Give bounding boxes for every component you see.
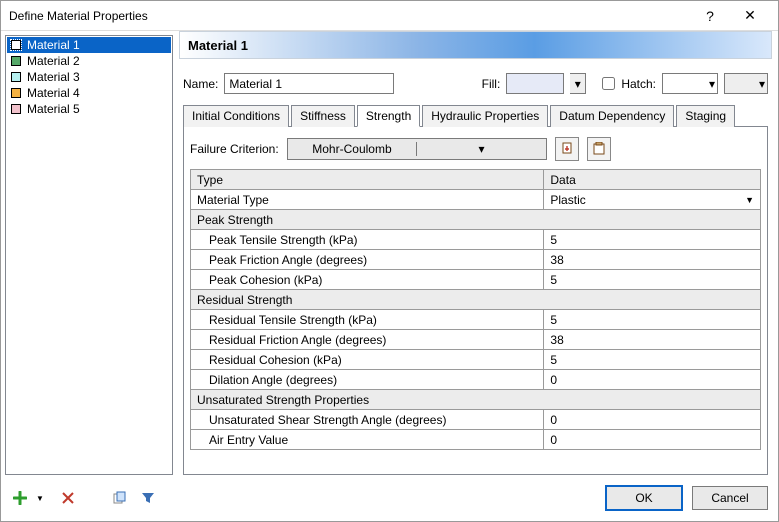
col-data[interactable]: Data: [544, 170, 761, 190]
grid-section: Unsaturated Strength Properties: [191, 390, 761, 410]
sidebar-item-label: Material 1: [27, 38, 80, 52]
chevron-down-icon: ▼: [745, 195, 754, 205]
material-list[interactable]: Material 1 Material 2 Material 3 Material 4…: [5, 35, 173, 475]
tab-staging[interactable]: Staging: [676, 105, 735, 127]
cancel-button[interactable]: Cancel: [692, 486, 768, 510]
tab-stiffness[interactable]: Stiffness: [291, 105, 355, 127]
grid-label: Peak Cohesion (kPa): [191, 270, 544, 290]
filter-icon[interactable]: [139, 489, 157, 507]
table-row: Peak Strength: [191, 210, 761, 230]
footer: ▼ OK Cancel: [1, 475, 778, 521]
failure-criterion-value: Mohr-Coulomb: [288, 142, 417, 156]
table-row: Residual Cohesion (kPa)5: [191, 350, 761, 370]
grid-value-cell[interactable]: 38: [544, 250, 761, 270]
table-row: Dilation Angle (degrees)0: [191, 370, 761, 390]
table-row: Peak Tensile Strength (kPa)5: [191, 230, 761, 250]
material-heading: Material 1: [179, 31, 772, 59]
dialog-body: Material 1 Material 2 Material 3 Material 4…: [1, 31, 778, 475]
sidebar-item-material-3[interactable]: Material 3: [7, 69, 171, 85]
grid-label: Air Entry Value: [191, 430, 544, 450]
grid-label: Dilation Angle (degrees): [191, 370, 544, 390]
tab-datum-dependency[interactable]: Datum Dependency: [550, 105, 674, 127]
failure-criterion-select[interactable]: Mohr-Coulomb ▾: [287, 138, 547, 160]
grid-value-cell[interactable]: 0: [544, 410, 761, 430]
sidebar-item-material-2[interactable]: Material 2: [7, 53, 171, 69]
window-title: Define Material Properties: [9, 9, 690, 23]
titlebar: Define Material Properties ? ✕: [1, 1, 778, 31]
table-row: Peak Friction Angle (degrees)38: [191, 250, 761, 270]
table-row: Peak Cohesion (kPa)5: [191, 270, 761, 290]
tab-initial-conditions[interactable]: Initial Conditions: [183, 105, 289, 127]
tab-strip: Initial ConditionsStiffnessStrengthHydra…: [183, 104, 768, 127]
grid-value-cell[interactable]: 0: [544, 370, 761, 390]
table-row: Residual Friction Angle (degrees)38: [191, 330, 761, 350]
grid-label: Peak Tensile Strength (kPa): [191, 230, 544, 250]
copy-from-icon[interactable]: [555, 137, 579, 161]
hatch-checkbox[interactable]: Hatch:: [598, 74, 656, 93]
name-row: Name: Fill: ▾ Hatch: ▾ ▾: [183, 73, 768, 94]
grid-value-cell[interactable]: 5: [544, 230, 761, 250]
material-swatch-icon: [11, 104, 21, 114]
table-row: Unsaturated Strength Properties: [191, 390, 761, 410]
strength-grid[interactable]: Type Data Material TypePlastic▼Peak Stre…: [190, 169, 761, 450]
grid-label: Residual Tensile Strength (kPa): [191, 310, 544, 330]
table-row: Residual Strength: [191, 290, 761, 310]
tab-strength-body: Failure Criterion: Mohr-Coulomb ▾ Type: [183, 127, 768, 475]
copy-icon[interactable]: [111, 489, 129, 507]
grid-value-cell[interactable]: 5: [544, 270, 761, 290]
grid-value-cell[interactable]: Plastic▼: [544, 190, 761, 210]
grid-label: Material Type: [191, 190, 544, 210]
fill-dropdown[interactable]: ▾: [570, 73, 586, 94]
add-icon[interactable]: [11, 489, 29, 507]
failure-criterion-row: Failure Criterion: Mohr-Coulomb ▾: [190, 137, 761, 161]
name-label: Name:: [183, 77, 218, 91]
table-row: Material TypePlastic▼: [191, 190, 761, 210]
grid-label: Residual Cohesion (kPa): [191, 350, 544, 370]
material-swatch-icon: [11, 72, 21, 82]
dialog-window: Define Material Properties ? ✕ Material …: [0, 0, 779, 522]
col-type[interactable]: Type: [191, 170, 544, 190]
sidebar-item-label: Material 2: [27, 54, 80, 68]
hatch-check-input[interactable]: [602, 77, 615, 90]
table-row: Air Entry Value0: [191, 430, 761, 450]
help-button[interactable]: ?: [690, 4, 730, 28]
grid-value-cell[interactable]: 5: [544, 350, 761, 370]
delete-icon[interactable]: [59, 489, 77, 507]
paste-to-icon[interactable]: [587, 137, 611, 161]
sidebar-item-label: Material 3: [27, 70, 80, 84]
ok-button[interactable]: OK: [606, 486, 682, 510]
grid-section: Residual Strength: [191, 290, 761, 310]
name-input[interactable]: [224, 73, 394, 94]
grid-value-cell[interactable]: 0: [544, 430, 761, 450]
grid-value-cell[interactable]: 38: [544, 330, 761, 350]
fill-swatch[interactable]: [506, 73, 564, 94]
table-row: Residual Tensile Strength (kPa)5: [191, 310, 761, 330]
material-swatch-icon: [11, 56, 21, 66]
material-swatch-icon: [11, 88, 21, 98]
table-row: Unsaturated Shear Strength Angle (degree…: [191, 410, 761, 430]
sidebar-item-material-5[interactable]: Material 5: [7, 101, 171, 117]
grid-label: Peak Friction Angle (degrees): [191, 250, 544, 270]
sidebar-item-material-1[interactable]: Material 1: [7, 37, 171, 53]
sidebar-item-label: Material 4: [27, 86, 80, 100]
hatch-label: Hatch:: [621, 77, 656, 91]
add-dropdown-icon[interactable]: ▼: [31, 489, 49, 507]
tab-hydraulic-properties[interactable]: Hydraulic Properties: [422, 105, 548, 127]
grid-section: Peak Strength: [191, 210, 761, 230]
grid-value-cell[interactable]: 5: [544, 310, 761, 330]
grid-label: Unsaturated Shear Strength Angle (degree…: [191, 410, 544, 430]
failure-criterion-label: Failure Criterion:: [190, 142, 279, 156]
main-panel: Material 1 Name: Fill: ▾ Hatch: ▾ ▾ Init…: [177, 31, 778, 475]
material-swatch-icon: [11, 40, 21, 50]
tab-strength[interactable]: Strength: [357, 105, 420, 127]
chevron-down-icon: ▾: [416, 142, 546, 156]
hatch-pattern-combo[interactable]: ▾: [662, 73, 718, 94]
hatch-color-combo[interactable]: ▾: [724, 73, 768, 94]
grid-label: Residual Friction Angle (degrees): [191, 330, 544, 350]
close-button[interactable]: ✕: [730, 3, 770, 28]
sidebar-item-label: Material 5: [27, 102, 80, 116]
fill-label: Fill:: [482, 77, 501, 91]
sidebar-item-material-4[interactable]: Material 4: [7, 85, 171, 101]
